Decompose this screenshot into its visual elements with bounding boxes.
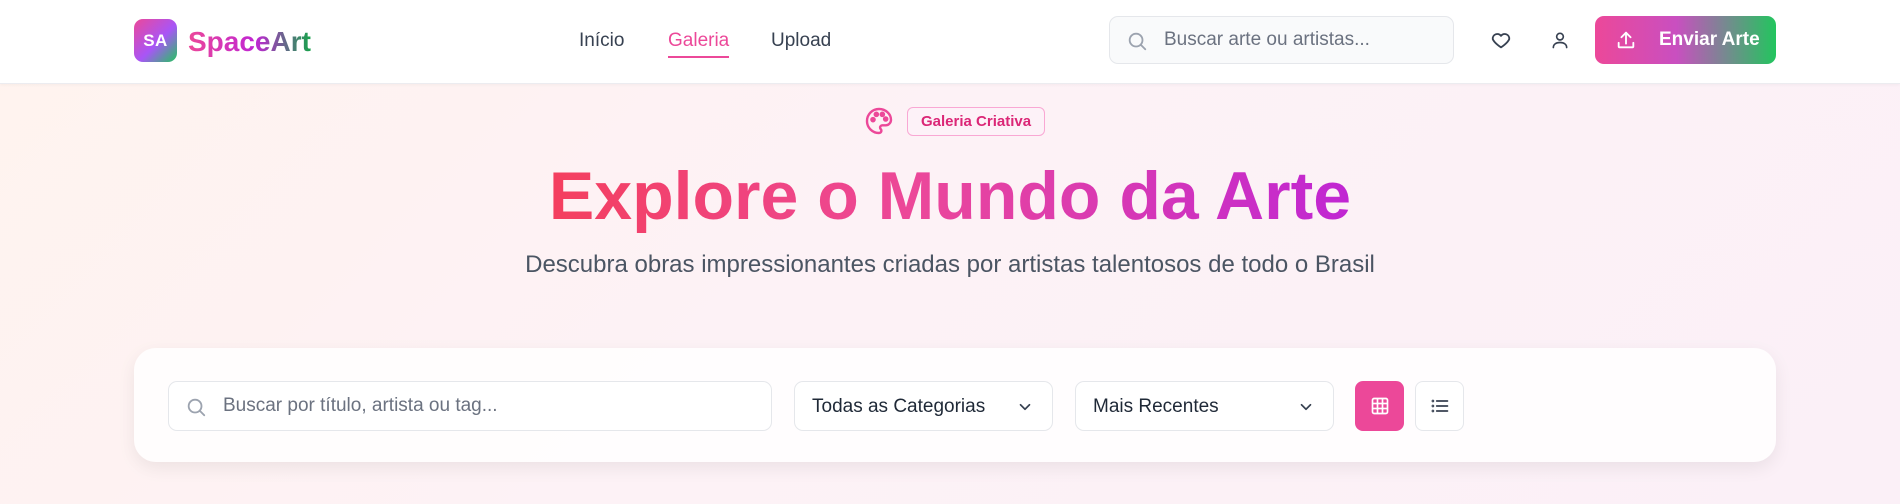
favorites-button[interactable] [1485, 24, 1517, 56]
category-badge: Galeria Criativa [907, 107, 1046, 136]
page-title: Explore o Mundo da Arte [0, 156, 1900, 236]
grid-view-button[interactable] [1355, 381, 1404, 431]
send-art-label: Enviar Arte [1659, 29, 1760, 50]
brand-name[interactable]: SpaceArt [188, 22, 311, 62]
filter-panel: Todas as Categorias Mais Recentes [134, 348, 1776, 462]
header-search-input[interactable] [1164, 17, 1444, 63]
logo-badge[interactable]: SA [134, 19, 177, 62]
category-select-value: Todas as Categorias [812, 396, 986, 417]
page-subtitle: Descubra obras impressionantes criadas p… [525, 251, 1375, 278]
upload-icon [1617, 31, 1635, 49]
search-icon [187, 398, 206, 417]
sort-select[interactable]: Mais Recentes [1075, 381, 1334, 431]
palette-icon [865, 107, 893, 135]
profile-button[interactable] [1544, 24, 1576, 56]
user-icon [1552, 32, 1568, 49]
gallery-search-input[interactable] [223, 382, 763, 430]
top-navbar: SA SpaceArt Início Galeria Upload Enviar… [0, 0, 1900, 84]
chevron-down-icon [1300, 403, 1312, 411]
gallery-search-box[interactable] [168, 381, 772, 431]
heart-icon [1491, 33, 1511, 49]
nav-link-inicio[interactable]: Início [579, 28, 624, 54]
grid-icon [1371, 397, 1388, 415]
nav-link-upload[interactable]: Upload [771, 28, 831, 54]
search-icon [1128, 32, 1147, 51]
chevron-down-icon [1019, 403, 1031, 411]
send-art-button[interactable]: Enviar Arte [1595, 16, 1776, 64]
nav-link-galeria[interactable]: Galeria [668, 28, 730, 58]
list-icon [1431, 399, 1448, 413]
header-search-box[interactable] [1109, 16, 1454, 64]
sort-select-value: Mais Recentes [1093, 396, 1219, 417]
page-title-text: Explore o Mundo da Arte [548, 158, 1352, 234]
category-select[interactable]: Todas as Categorias [794, 381, 1053, 431]
list-view-button[interactable] [1415, 381, 1464, 431]
